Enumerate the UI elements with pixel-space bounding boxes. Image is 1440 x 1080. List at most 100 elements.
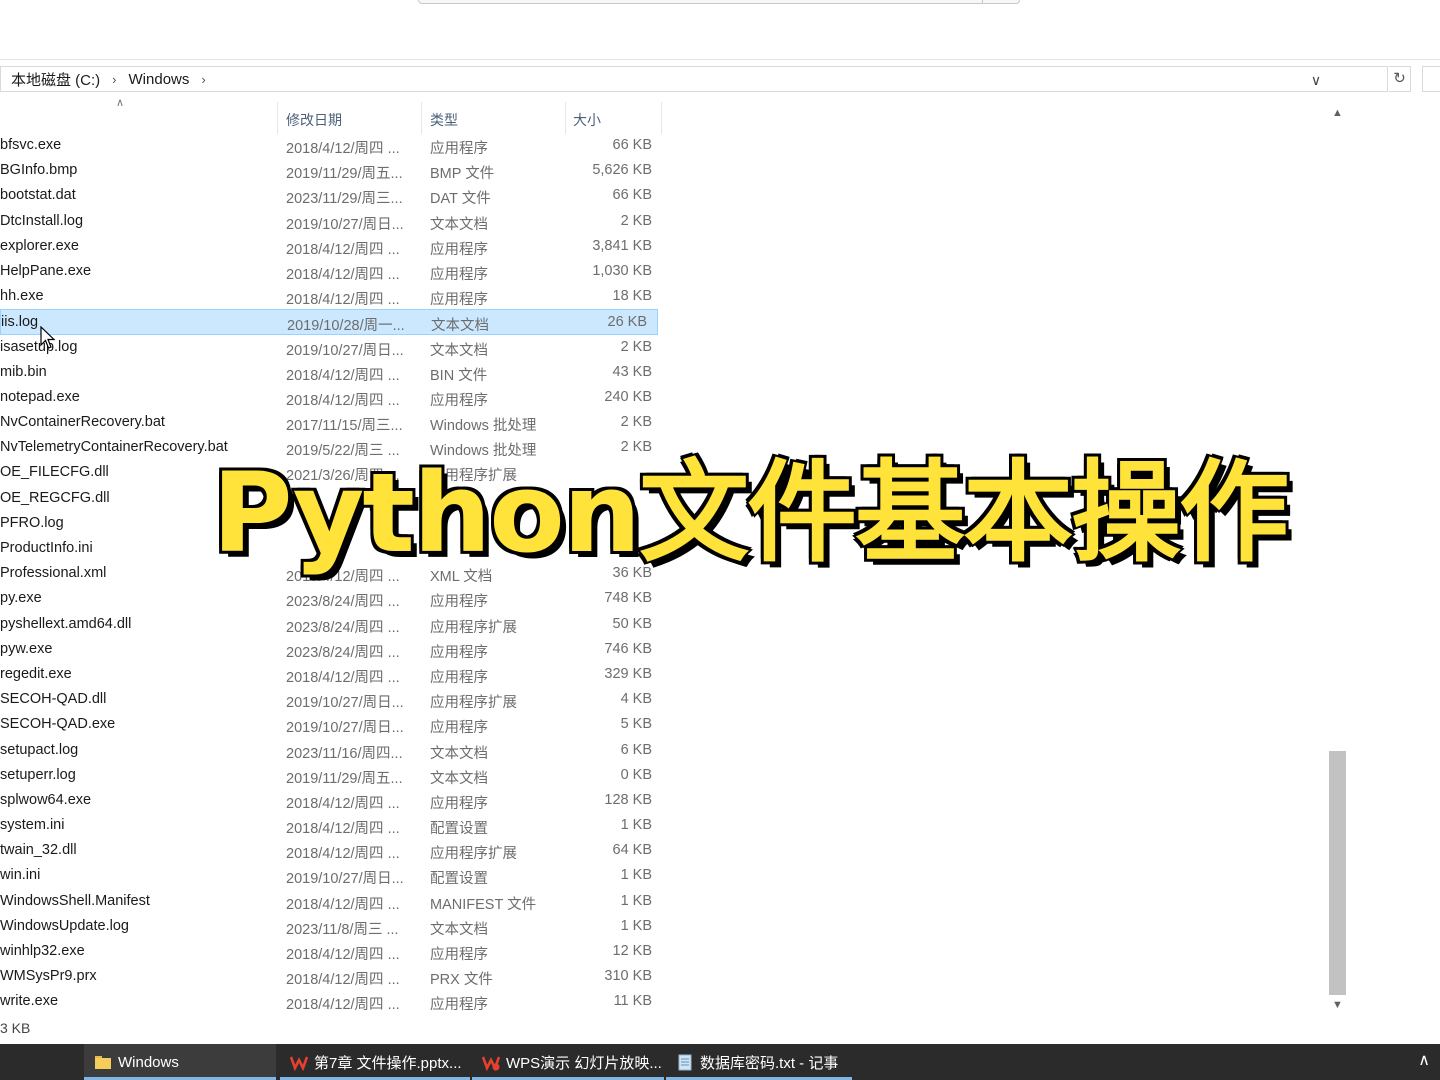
file-size: 0 KB — [620, 766, 652, 783]
file-date: 2018/4/12/周四 ... — [286, 266, 400, 283]
file-name: WMSysPr9.prx — [0, 968, 97, 985]
file-row[interactable]: win.ini 2019/10/27/周日... 配置设置 1 KB — [0, 863, 662, 888]
file-row[interactable]: HelpPane.exe 2018/4/12/周四 ... 应用程序 1,030 KB — [0, 259, 662, 284]
file-name: iis.log — [1, 314, 39, 331]
file-type: BIN 文件 — [430, 367, 488, 384]
file-type: 应用程序 — [430, 392, 488, 409]
taskbar-item-wps-slideshow[interactable]: WPS演示 幻灯片放映... — [472, 1044, 664, 1080]
file-row[interactable]: explorer.exe 2018/4/12/周四 ... 应用程序 3,841 KB — [0, 234, 662, 259]
file-type: 应用程序扩展 — [430, 846, 517, 863]
file-row[interactable]: splwow64.exe 2018/4/12/周四 ... 应用程序 128 KB — [0, 788, 662, 813]
file-row[interactable]: isasetup.log 2019/10/27/周日... 文本文档 2 KB — [0, 335, 662, 360]
column-header-date[interactable]: 修改日期 — [286, 110, 342, 128]
file-size: 1 KB — [620, 917, 652, 934]
scroll-thumb[interactable] — [1329, 750, 1346, 995]
file-date: 2018/4/12/周四 ... — [286, 846, 400, 863]
column-header-type[interactable]: 类型 — [430, 110, 458, 128]
file-date: 2023/11/29/周三... — [286, 191, 403, 208]
file-row[interactable]: bfsvc.exe 2018/4/12/周四 ... 应用程序 66 KB — [0, 133, 662, 158]
file-row[interactable]: write.exe 2018/4/12/周四 ... 应用程序 11 KB — [0, 989, 662, 1014]
chevron-right-icon[interactable]: › — [201, 72, 205, 87]
chevron-down-icon[interactable]: ∨ — [1307, 71, 1325, 89]
file-date: 2018/4/12/周四 ... — [286, 947, 400, 963]
file-row[interactable]: mib.bin 2018/4/12/周四 ... BIN 文件 43 KB — [0, 360, 662, 385]
taskbar-item-label: WPS演示 幻灯片放映... — [506, 1054, 662, 1072]
file-row[interactable]: NvContainerRecovery.bat 2017/11/15/周三... W… — [0, 410, 662, 435]
file-row[interactable]: hh.exe 2018/4/12/周四 ... 应用程序 18 KB — [0, 284, 662, 309]
file-date: 2019/11/29/周五... — [286, 166, 403, 183]
chevron-right-icon[interactable]: › — [112, 72, 116, 87]
column-divider[interactable] — [277, 102, 278, 134]
file-type: 应用程序 — [430, 669, 488, 686]
file-date: 2023/8/24/周四 ... — [286, 594, 400, 611]
file-name: PFRO.log — [0, 514, 64, 531]
breadcrumb-windows[interactable]: Windows — [129, 71, 190, 88]
file-row[interactable]: WindowsUpdate.log 2023/11/8/周三 ... 文本文档 1 K… — [0, 914, 662, 939]
search-box[interactable] — [1422, 66, 1440, 92]
address-bar[interactable]: 本地磁盘 (C:) › Windows › ∨ — [0, 66, 1388, 92]
chevron-up-icon[interactable]: ∧ — [1418, 1050, 1430, 1070]
file-name: setupact.log — [0, 741, 79, 758]
file-row[interactable]: system.ini 2018/4/12/周四 ... 配置设置 1 KB — [0, 813, 662, 838]
file-date: 2018/4/12/周四 ... — [286, 972, 400, 989]
scroll-up-arrow-icon[interactable]: ▲ — [1329, 103, 1346, 123]
file-row[interactable]: twain_32.dll 2018/4/12/周四 ... 应用程序扩展 64 KB — [0, 838, 662, 863]
file-row[interactable]: setupact.log 2023/11/16/周四... 文本文档 6 KB — [0, 738, 662, 763]
file-date: 2017/11/15/周三... — [286, 418, 403, 435]
file-name: pyw.exe — [0, 640, 53, 657]
file-date: 2018/4/12/周四 ... — [286, 669, 400, 686]
file-type: 文本文档 — [430, 216, 488, 233]
file-type: 配置设置 — [430, 871, 488, 888]
refresh-icon[interactable]: ↻ — [1389, 66, 1411, 92]
file-name: OE_REGCFG.dll — [0, 489, 110, 506]
scroll-track[interactable] — [1329, 123, 1346, 995]
file-row[interactable]: WMSysPr9.prx 2018/4/12/周四 ... PRX 文件 310 KB — [0, 964, 662, 989]
file-row[interactable]: DtcInstall.log 2019/10/27/周日... 文本文档 2 KB — [0, 209, 662, 234]
file-size: 746 KB — [604, 640, 652, 657]
file-size: 18 KB — [612, 288, 653, 305]
file-row[interactable]: WindowsShell.Manifest 2018/4/12/周四 ... MAN… — [0, 889, 662, 914]
file-date: 2018/4/12/周四 ... — [286, 241, 400, 258]
column-divider[interactable] — [421, 102, 422, 134]
taskbar-item-pptx[interactable]: 第7章 文件操作.pptx... — [280, 1044, 470, 1080]
file-row[interactable]: SECOH-QAD.dll 2019/10/27/周日... 应用程序扩展 4 KB — [0, 687, 662, 712]
vertical-scrollbar[interactable]: ▲ ▼ — [1329, 103, 1346, 1015]
file-size: 2 KB — [620, 212, 652, 229]
file-name: setuperr.log — [0, 766, 76, 783]
taskbar-item-notepad[interactable]: 数据库密码.txt - 记事 — [666, 1044, 852, 1080]
file-type: 应用程序 — [430, 644, 488, 661]
file-size: 43 KB — [612, 363, 653, 380]
file-type: PRX 文件 — [430, 972, 493, 989]
file-name: regedit.exe — [0, 665, 72, 682]
file-size: 128 KB — [604, 791, 652, 808]
file-size: 4 KB — [620, 691, 652, 708]
file-name: hh.exe — [0, 288, 44, 305]
file-row[interactable]: regedit.exe 2018/4/12/周四 ... 应用程序 329 KB — [0, 662, 662, 687]
file-row[interactable]: notepad.exe 2018/4/12/周四 ... 应用程序 240 KB — [0, 385, 662, 410]
column-divider[interactable] — [565, 102, 566, 134]
file-row[interactable]: py.exe 2023/8/24/周四 ... 应用程序 748 KB — [0, 586, 662, 611]
breadcrumb-drive[interactable]: 本地磁盘 (C:) — [11, 69, 100, 90]
column-divider[interactable] — [661, 102, 662, 134]
file-size: 11 KB — [613, 993, 652, 1010]
file-row[interactable]: iis.log 2019/10/28/周一... 文本文档 26 KB — [0, 309, 658, 335]
file-type: 应用程序 — [430, 292, 488, 309]
file-row[interactable]: BGInfo.bmp 2019/11/29/周五... BMP 文件 5,626 KB — [0, 158, 662, 183]
taskbar-item-label: Windows — [118, 1053, 179, 1071]
column-header-size[interactable]: 大小 — [573, 110, 601, 128]
file-row[interactable]: SECOH-QAD.exe 2019/10/27/周日... 应用程序 5 KB — [0, 712, 662, 737]
file-size: 50 KB — [612, 615, 653, 632]
taskbar-item-windows[interactable]: Windows — [84, 1044, 276, 1080]
file-row[interactable]: pyshellext.amd64.dll 2023/8/24/周四 ... 应用程序… — [0, 612, 662, 637]
file-row[interactable]: bootstat.dat 2023/11/29/周三... DAT 文件 66 KB — [0, 183, 662, 208]
taskbar-start-area[interactable] — [0, 1044, 80, 1080]
file-row[interactable]: winhlp32.exe 2018/4/12/周四 ... 应用程序 12 KB — [0, 939, 662, 964]
file-type: 应用程序 — [430, 997, 488, 1014]
file-date: 2019/11/29/周五... — [286, 770, 403, 787]
address-bar-row: 本地磁盘 (C:) › Windows › ∨ ↻ — [0, 66, 1440, 93]
scroll-down-arrow-icon[interactable]: ▼ — [1329, 995, 1346, 1015]
file-row[interactable]: setuperr.log 2019/11/29/周五... 文本文档 0 KB — [0, 763, 662, 788]
file-name: bfsvc.exe — [0, 137, 62, 153]
file-size: 748 KB — [604, 590, 652, 607]
file-row[interactable]: pyw.exe 2023/8/24/周四 ... 应用程序 746 KB — [0, 637, 662, 662]
